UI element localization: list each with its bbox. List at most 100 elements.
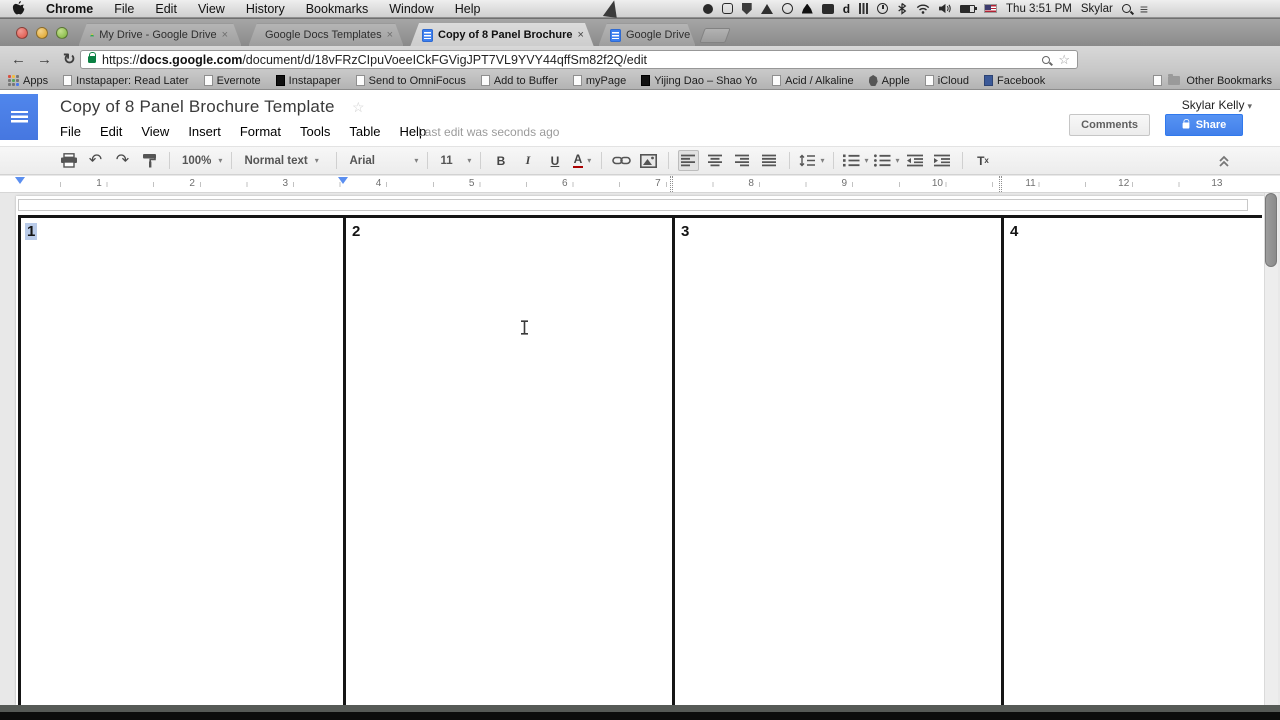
redo-button[interactable]: ↷	[112, 150, 133, 171]
account-name[interactable]: Skylar Kelly▾	[1182, 98, 1252, 112]
column-indent-marker[interactable]	[338, 177, 348, 189]
zoom-window-button[interactable]	[56, 27, 68, 39]
time-machine-icon[interactable]	[877, 3, 888, 14]
menubar-user[interactable]: Skylar	[1081, 3, 1113, 15]
bookmark-item[interactable]: Instapaper: Read Later	[63, 75, 189, 87]
menubar-item[interactable]: Edit	[155, 2, 177, 16]
docs-menu-item[interactable]: Format	[240, 124, 281, 139]
underline-button[interactable]: U	[544, 150, 565, 171]
reload-button[interactable]: ↻	[63, 52, 76, 67]
bookmark-item[interactable]: myPage	[573, 75, 626, 87]
ruler[interactable]: 12345678910111213	[0, 176, 1280, 193]
apple-icon[interactable]	[12, 1, 25, 16]
bookmark-item[interactable]: iCloud	[925, 75, 969, 87]
status-shield-icon[interactable]	[742, 3, 752, 15]
status-bell-icon[interactable]	[802, 4, 813, 14]
new-tab-button[interactable]	[699, 28, 730, 43]
last-edit-status[interactable]: Last edit was seconds ago	[418, 125, 559, 139]
back-button[interactable]: ←	[11, 52, 26, 67]
share-button[interactable]: Share	[1165, 114, 1243, 136]
column-separator-marker[interactable]	[670, 176, 673, 192]
menubar-item[interactable]: Bookmarks	[306, 2, 369, 16]
align-left-button[interactable]	[678, 150, 699, 171]
bookmark-item[interactable]: Add to Buffer	[481, 75, 558, 87]
font-dropdown[interactable]: Arial	[346, 150, 418, 171]
bookmark-item[interactable]: Facebook	[984, 75, 1045, 87]
docs-menu-item[interactable]: Tools	[300, 124, 330, 139]
other-bookmarks[interactable]: Other Bookmarks	[1153, 75, 1272, 87]
align-center-button[interactable]	[705, 150, 726, 171]
star-document-icon[interactable]: ☆	[352, 99, 365, 116]
indent-button[interactable]	[932, 150, 953, 171]
brochure-panel-1[interactable]: 1	[21, 218, 341, 705]
status-circle-icon[interactable]	[782, 3, 793, 14]
page-top-row[interactable]	[18, 199, 1248, 211]
tab-my-drive[interactable]: My Drive - Google Drive ×	[78, 23, 242, 47]
tab-close-icon[interactable]: ×	[387, 29, 393, 41]
forward-button[interactable]: →	[37, 52, 52, 67]
https-lock-icon[interactable]	[88, 56, 96, 63]
menubar-clock[interactable]: Thu 3:51 PM	[1006, 3, 1072, 15]
tab-google-drive[interactable]: Google Drive	[598, 23, 696, 47]
bookmark-item[interactable]: Instapaper	[276, 75, 341, 87]
menubar-item[interactable]: Window	[389, 2, 433, 16]
bluetooth-icon[interactable]	[897, 2, 907, 15]
bookmark-item[interactable]: Apple	[869, 75, 910, 87]
status-drive-icon[interactable]	[761, 4, 773, 14]
minimize-window-button[interactable]	[36, 27, 48, 39]
document-page[interactable]: 1 2 3 4	[16, 196, 1264, 705]
menubar-app-name[interactable]: Chrome	[46, 2, 93, 16]
status-pin-icon[interactable]	[703, 4, 713, 14]
zoom-dropdown[interactable]: 100%	[179, 150, 222, 171]
align-right-button[interactable]	[732, 150, 753, 171]
numbered-list-dropdown[interactable]	[843, 150, 868, 171]
docs-menu-item[interactable]: View	[141, 124, 169, 139]
docs-menu-item[interactable]: File	[60, 124, 81, 139]
status-square-icon[interactable]	[822, 4, 834, 14]
insert-link-button[interactable]	[611, 150, 632, 171]
insert-image-button[interactable]	[638, 150, 659, 171]
docs-logo[interactable]	[0, 94, 38, 140]
document-title[interactable]: Copy of 8 Panel Brochure Template	[60, 97, 335, 117]
brochure-panel-4[interactable]: 4	[1004, 218, 1262, 705]
bold-button[interactable]: B	[490, 150, 511, 171]
spotlight-icon[interactable]	[1122, 4, 1131, 13]
italic-button[interactable]: I	[517, 150, 538, 171]
brochure-panel-2[interactable]: 2	[346, 218, 670, 705]
bulleted-list-dropdown[interactable]	[874, 150, 899, 171]
text-color-dropdown[interactable]: A	[571, 150, 592, 171]
column-separator-marker[interactable]	[999, 176, 1002, 192]
undo-button[interactable]: ↶	[85, 150, 106, 171]
scrollbar-track[interactable]	[1264, 193, 1278, 705]
dropbox-icon[interactable]: d	[843, 4, 850, 14]
url-omnibox[interactable]: https://docs.google.com/document/d/18vFR…	[80, 50, 1078, 69]
page-zoom-icon[interactable]	[1042, 56, 1050, 64]
notification-center-icon[interactable]: ≡	[1140, 2, 1148, 16]
url-text[interactable]: https://docs.google.com/document/d/18vFR…	[102, 53, 647, 67]
collapse-toolbar-icon[interactable]	[1218, 155, 1230, 170]
left-indent-marker[interactable]	[15, 177, 25, 189]
menubar-item[interactable]: File	[114, 2, 134, 16]
font-size-dropdown[interactable]: 11	[437, 150, 471, 171]
menubar-item[interactable]: History	[246, 2, 285, 16]
paragraph-style-dropdown[interactable]: Normal text	[241, 150, 327, 171]
close-window-button[interactable]	[16, 27, 28, 39]
docs-menu-item[interactable]: Table	[349, 124, 380, 139]
tab-close-icon[interactable]: ×	[577, 29, 583, 41]
bookmark-star-icon[interactable]: ☆	[1058, 53, 1070, 66]
bookmark-item[interactable]: Acid / Alkaline	[772, 75, 853, 87]
battery-icon[interactable]	[960, 5, 975, 13]
line-spacing-dropdown[interactable]	[799, 150, 824, 171]
bookmark-item[interactable]: Evernote	[204, 75, 261, 87]
apps-shortcut[interactable]: Apps	[8, 75, 48, 87]
tab-brochure-active[interactable]: Copy of 8 Panel Brochure ×	[410, 23, 594, 47]
tab-close-icon[interactable]: ×	[222, 29, 228, 41]
bookmark-item[interactable]: Send to OmniFocus	[356, 75, 466, 87]
tab-docs-templates[interactable]: Google Docs Templates ×	[248, 23, 404, 47]
docs-menu-item[interactable]: Edit	[100, 124, 122, 139]
menubar-item[interactable]: Help	[455, 2, 481, 16]
menubar-item[interactable]: View	[198, 2, 225, 16]
align-justify-button[interactable]	[759, 150, 780, 171]
docs-menu-item[interactable]: Insert	[188, 124, 221, 139]
keyboard-flag-icon[interactable]	[984, 4, 997, 13]
